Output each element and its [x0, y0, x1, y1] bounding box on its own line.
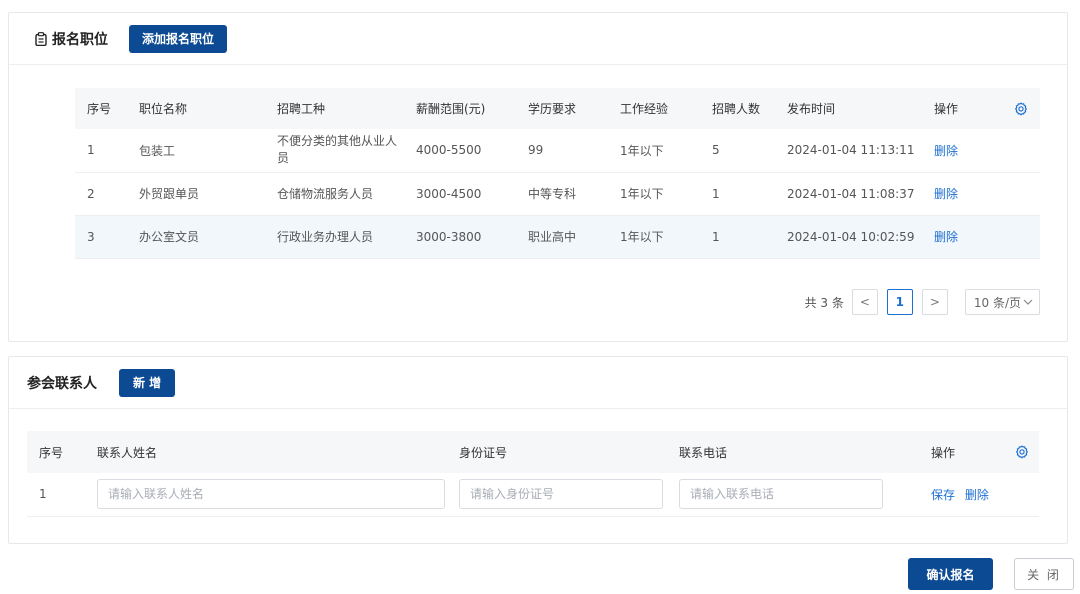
cell-index: 1 [27, 473, 85, 517]
cell-empty [1003, 473, 1039, 517]
cell-education: 99 [516, 129, 608, 173]
col-index: 序号 [87, 102, 112, 116]
cell-job-type: 行政业务办理人员 [265, 215, 404, 259]
confirm-signup-button[interactable]: 确认报名 [908, 558, 993, 590]
next-page-button[interactable]: > [921, 289, 948, 315]
cell-index: 2 [75, 172, 127, 216]
document-icon [35, 31, 47, 46]
col-position-name: 职位名称 [139, 102, 188, 116]
positions-table: 序号 职位名称 招聘工种 薪酬范围(元) 学历要求 工作经验 招聘人数 发布时间… [75, 88, 1040, 259]
cell-empty [1002, 129, 1040, 173]
col-count: 招聘人数 [712, 102, 761, 116]
page-1-button[interactable]: 1 [886, 289, 913, 315]
table-row: 2 外贸跟单员 仓储物流服务人员 3000-4500 中等专科 1年以下 1 2… [75, 172, 1040, 216]
positions-card: 报名职位 添加报名职位 序号 职位名称 招聘工种 薪酬范围(元) 学历要求 工作… [8, 12, 1068, 342]
cell-education: 中等专科 [516, 172, 608, 216]
cell-action: 删除 [922, 172, 1002, 216]
page-size-select[interactable]: 10 条/页 [964, 289, 1040, 315]
pagination-total: 共 3 条 [804, 295, 844, 310]
cell-contact-name [85, 473, 447, 517]
cell-action: 删除 [922, 215, 1002, 259]
cell-salary: 3000-4500 [404, 172, 516, 216]
cell-experience: 1年以下 [608, 129, 700, 173]
delete-link[interactable]: 删除 [934, 144, 958, 158]
cell-empty [1002, 215, 1040, 259]
delete-link[interactable]: 删除 [934, 230, 958, 244]
cell-job-type: 不便分类的其他从业人员 [265, 129, 404, 173]
col-salary: 薪酬范围(元) [416, 102, 486, 116]
cell-index: 3 [75, 215, 127, 259]
cell-salary: 3000-3800 [404, 215, 516, 259]
cell-action: 删除 [922, 129, 1002, 173]
col-job-type: 招聘工种 [277, 102, 326, 116]
cell-count: 1 [700, 172, 775, 216]
cell-experience: 1年以下 [608, 215, 700, 259]
positions-title-wrap: 报名职位 [35, 29, 108, 49]
cell-empty [1002, 172, 1040, 216]
contacts-table-header: 序号 联系人姓名 身份证号 联系电话 操作 [27, 431, 1039, 473]
column-settings[interactable] [1003, 431, 1039, 473]
cell-experience: 1年以下 [608, 172, 700, 216]
contacts-header: 参会联系人 新 增 [9, 357, 1067, 409]
prev-page-button[interactable]: < [851, 289, 878, 315]
cell-education: 职业高中 [516, 215, 608, 259]
contact-name-input[interactable] [97, 479, 445, 510]
contacts-card: 参会联系人 新 增 序号 联系人姓名 身份证号 联系电话 操作 1 请输入联系人… [8, 356, 1068, 544]
col-education: 学历要求 [528, 102, 577, 116]
col-index: 序号 [39, 445, 64, 460]
table-row: 3 办公室文员 行政业务办理人员 3000-3800 职业高中 1年以下 1 2… [75, 215, 1040, 259]
pagination: 共 3 条 < 1 > 10 条/页 [805, 289, 1040, 315]
table-row: 1 保存 删除 [27, 473, 1039, 517]
col-contact-name: 联系人姓名 [97, 445, 158, 460]
gear-icon[interactable] [1015, 445, 1029, 459]
add-contact-button[interactable]: 新 增 [119, 368, 176, 397]
cell-index: 1 [75, 129, 127, 173]
save-link[interactable]: 保存 [931, 488, 955, 502]
table-row: 1 包装工 不便分类的其他从业人员 4000-5500 99 1年以下 5 20… [75, 129, 1040, 173]
cell-salary: 4000-5500 [404, 129, 516, 173]
cell-action: 保存 删除 [919, 473, 1003, 517]
cell-position-name: 外贸跟单员 [127, 172, 265, 216]
close-button[interactable]: 关 闭 [1014, 558, 1074, 590]
phone-input[interactable] [679, 479, 883, 510]
positions-header: 报名职位 添加报名职位 [9, 13, 1067, 65]
contacts-table: 序号 联系人姓名 身份证号 联系电话 操作 1 请输入联系人姓名 请输入身份证号… [27, 431, 1039, 517]
add-position-button[interactable]: 添加报名职位 [129, 24, 228, 53]
chevron-down-icon [1023, 299, 1033, 305]
cell-publish-time: 2024-01-04 11:08:37 [775, 172, 922, 216]
col-experience: 工作经验 [620, 102, 669, 116]
positions-title: 报名职位 [52, 31, 108, 48]
cell-job-type: 仓储物流服务人员 [265, 172, 404, 216]
cell-publish-time: 2024-01-04 11:13:11 [775, 129, 922, 173]
job-type-text: 不便分类的其他从业人员 [277, 134, 398, 166]
cell-count: 1 [700, 215, 775, 259]
gear-icon[interactable] [1014, 102, 1028, 116]
col-action: 操作 [931, 445, 956, 460]
positions-table-header: 序号 职位名称 招聘工种 薪酬范围(元) 学历要求 工作经验 招聘人数 发布时间… [75, 88, 1040, 129]
col-publish-time: 发布时间 [787, 102, 836, 116]
cell-position-name: 包装工 [127, 129, 265, 173]
cell-publish-time: 2024-01-04 10:02:59 [775, 215, 922, 259]
id-number-input[interactable] [459, 479, 663, 510]
cell-id-number [447, 473, 667, 517]
contacts-title: 参会联系人 [27, 375, 97, 392]
col-phone: 联系电话 [679, 445, 728, 460]
cell-position-name: 办公室文员 [127, 215, 265, 259]
delete-link[interactable]: 删除 [965, 488, 989, 502]
column-settings[interactable] [1002, 88, 1040, 129]
col-id-number: 身份证号 [459, 445, 508, 460]
delete-link[interactable]: 删除 [934, 187, 958, 201]
col-action: 操作 [934, 102, 959, 116]
cell-phone [667, 473, 919, 517]
page-size-label: 10 条/页 [973, 295, 1021, 310]
cell-count: 5 [700, 129, 775, 173]
